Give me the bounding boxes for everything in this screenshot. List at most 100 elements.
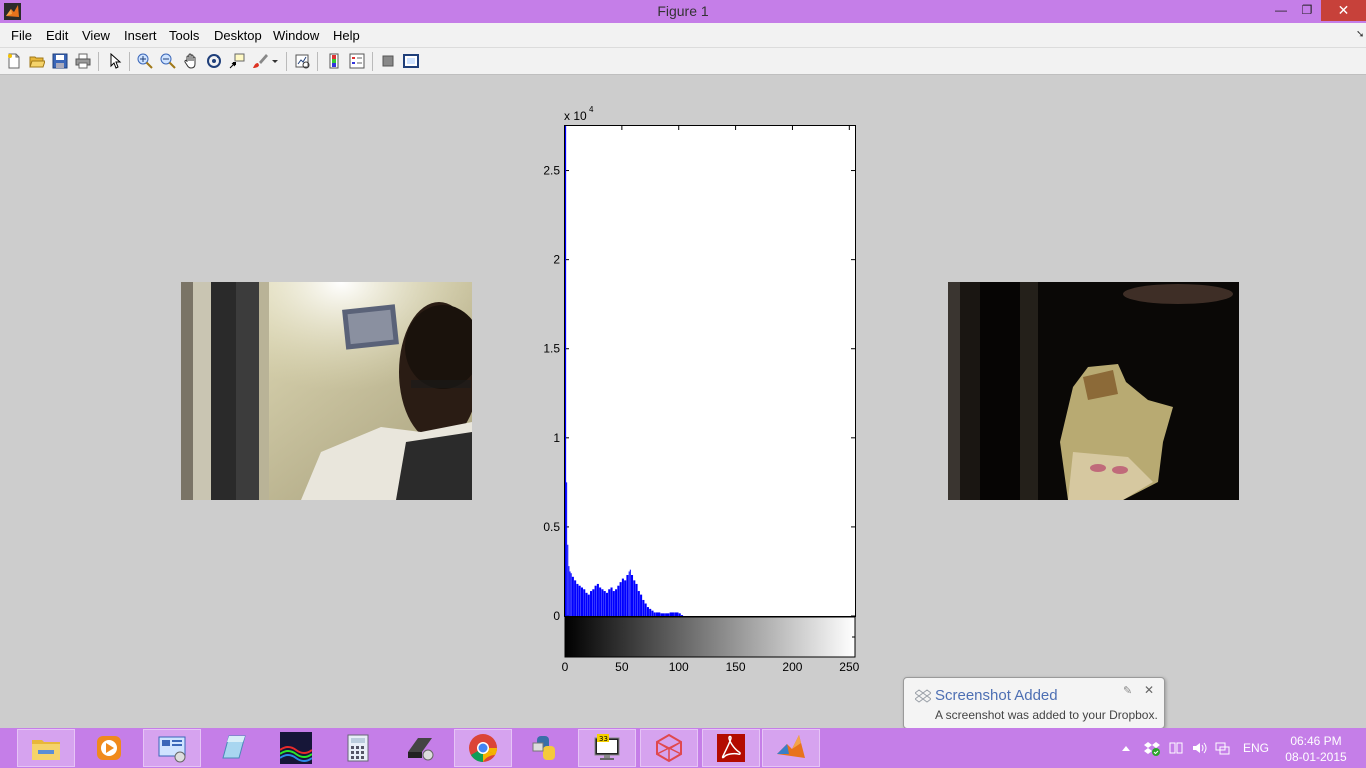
language-indicator[interactable]: ENG	[1240, 728, 1272, 768]
dropbox-tray-icon[interactable]	[1142, 728, 1162, 768]
histogram-bar	[574, 580, 577, 616]
input-image	[181, 282, 472, 500]
histogram-bar	[633, 580, 636, 616]
toolbar-separator	[317, 52, 318, 71]
y-tick-label: 2.5	[543, 164, 560, 178]
dropbox-notification[interactable]: Screenshot Added A screenshot was added …	[903, 677, 1165, 740]
x-tick-label: 250	[839, 660, 859, 674]
brush-icon[interactable]	[251, 52, 269, 70]
taskbar-disk-tool[interactable]	[391, 729, 449, 767]
edit-plot-arrow-icon[interactable]	[106, 52, 124, 70]
taskbar-equalizer[interactable]	[267, 729, 325, 767]
menu-desktop[interactable]: Desktop	[214, 28, 262, 43]
print-icon[interactable]	[74, 52, 92, 70]
histogram-bar	[603, 591, 606, 616]
notification-title: Screenshot Added	[935, 687, 1058, 704]
histogram-bar	[576, 583, 579, 616]
svg-text:33: 33	[599, 735, 608, 743]
terminal-app-icon: 33	[594, 734, 620, 760]
menu-insert[interactable]: Insert	[124, 28, 157, 43]
pin-icon[interactable]: ✎	[1123, 684, 1132, 697]
rotate-3d-icon[interactable]	[205, 52, 223, 70]
histogram-bar	[640, 594, 643, 616]
file-explorer-icon	[32, 740, 60, 760]
hide-plot-tools-icon[interactable]	[379, 52, 397, 70]
close-button[interactable]: ✕	[1321, 0, 1366, 21]
notification-message: A screenshot was added to your Dropbox.	[935, 708, 1158, 722]
system-clock[interactable]: 06:46 PM 08-01-2015	[1280, 733, 1352, 765]
data-cursor-icon[interactable]	[228, 52, 246, 70]
volume-icon[interactable]	[1189, 728, 1209, 768]
link-plot-icon[interactable]	[293, 52, 311, 70]
histogram-bar	[674, 612, 679, 616]
histogram-bar	[630, 575, 634, 616]
histogram-bar	[568, 566, 570, 616]
histogram-bar	[599, 587, 602, 616]
histogram-bar	[570, 573, 572, 616]
plot-axes[interactable]	[564, 125, 856, 617]
histogram-bar	[592, 589, 595, 616]
toolbar-separator	[372, 52, 373, 71]
grayscale-colorbar	[564, 616, 856, 658]
menu-window[interactable]: Window	[273, 28, 319, 43]
maximize-button[interactable]: ❐	[1296, 0, 1318, 21]
taskbar-file-explorer[interactable]	[17, 729, 75, 767]
brush-dropdown-icon[interactable]	[270, 52, 280, 70]
histogram-bar	[585, 592, 588, 616]
histogram-bar	[651, 610, 654, 616]
taskbar: 33 ENG 06:46 PM 08-01-2015	[0, 728, 1366, 768]
y-tick-label: 0	[553, 609, 560, 623]
histogram-bar	[578, 585, 581, 616]
menu-bar: File Edit View Insert Tools Desktop Wind…	[0, 23, 1366, 48]
control-panel-icon	[158, 736, 186, 763]
menu-view[interactable]: View	[82, 28, 110, 43]
taskbar-control-panel[interactable]	[143, 729, 201, 767]
taskbar-media-player[interactable]	[80, 729, 138, 767]
taskbar-acrobat[interactable]	[702, 729, 760, 767]
histogram-bar	[655, 612, 661, 616]
new-figure-icon[interactable]	[5, 52, 23, 70]
figure-toolbar	[0, 48, 1366, 75]
output-image	[948, 282, 1239, 500]
taskbar-calculator[interactable]	[329, 729, 387, 767]
zoom-out-icon[interactable]	[159, 52, 177, 70]
taskbar-terminal-app[interactable]: 33	[578, 729, 636, 767]
menu-file[interactable]: File	[11, 28, 32, 43]
menu-edit[interactable]: Edit	[46, 28, 68, 43]
close-notification-icon[interactable]: ✕	[1144, 683, 1154, 697]
python-icon	[532, 736, 555, 760]
insert-legend-icon[interactable]	[348, 52, 366, 70]
taskbar-3d-app[interactable]	[640, 729, 698, 767]
show-plot-tools-icon[interactable]	[402, 52, 420, 70]
histogram-bar	[590, 591, 593, 616]
histogram-bar	[608, 589, 611, 616]
menu-tools[interactable]: Tools	[169, 28, 199, 43]
taskbar-matlab[interactable]	[762, 729, 820, 767]
taskbar-notepad[interactable]	[204, 729, 262, 767]
show-hidden-icons[interactable]	[1119, 728, 1133, 768]
taskbar-python[interactable]	[516, 729, 574, 767]
open-file-icon[interactable]	[28, 52, 46, 70]
insert-colorbar-icon[interactable]	[325, 52, 343, 70]
histogram-bar	[624, 580, 627, 616]
dock-arrow-icon[interactable]: ➘	[1356, 29, 1364, 40]
histogram-bar	[587, 594, 590, 616]
histogram-bar	[649, 608, 652, 616]
histogram-bar	[566, 482, 568, 616]
histogram-bar	[621, 578, 624, 616]
y-tick-label: 1	[553, 431, 560, 445]
action-center-icon[interactable]	[1212, 728, 1232, 768]
x-tick-label: 150	[726, 660, 746, 674]
network-icon[interactable]	[1166, 728, 1186, 768]
histogram-chart: x 10 4 2.5 2 1.5 1 0.5 0 0 50 100 150 200 250	[543, 105, 859, 674]
menu-help[interactable]: Help	[333, 28, 360, 43]
x-tick-label: 50	[615, 660, 629, 674]
taskbar-chrome[interactable]	[454, 729, 512, 767]
histogram-bar	[605, 592, 609, 616]
zoom-in-icon[interactable]	[136, 52, 154, 70]
minimize-button[interactable]: —	[1271, 0, 1291, 21]
histogram-bar	[619, 582, 622, 616]
histogram-bar	[626, 575, 629, 616]
save-icon[interactable]	[51, 52, 69, 70]
pan-hand-icon[interactable]	[182, 52, 200, 70]
